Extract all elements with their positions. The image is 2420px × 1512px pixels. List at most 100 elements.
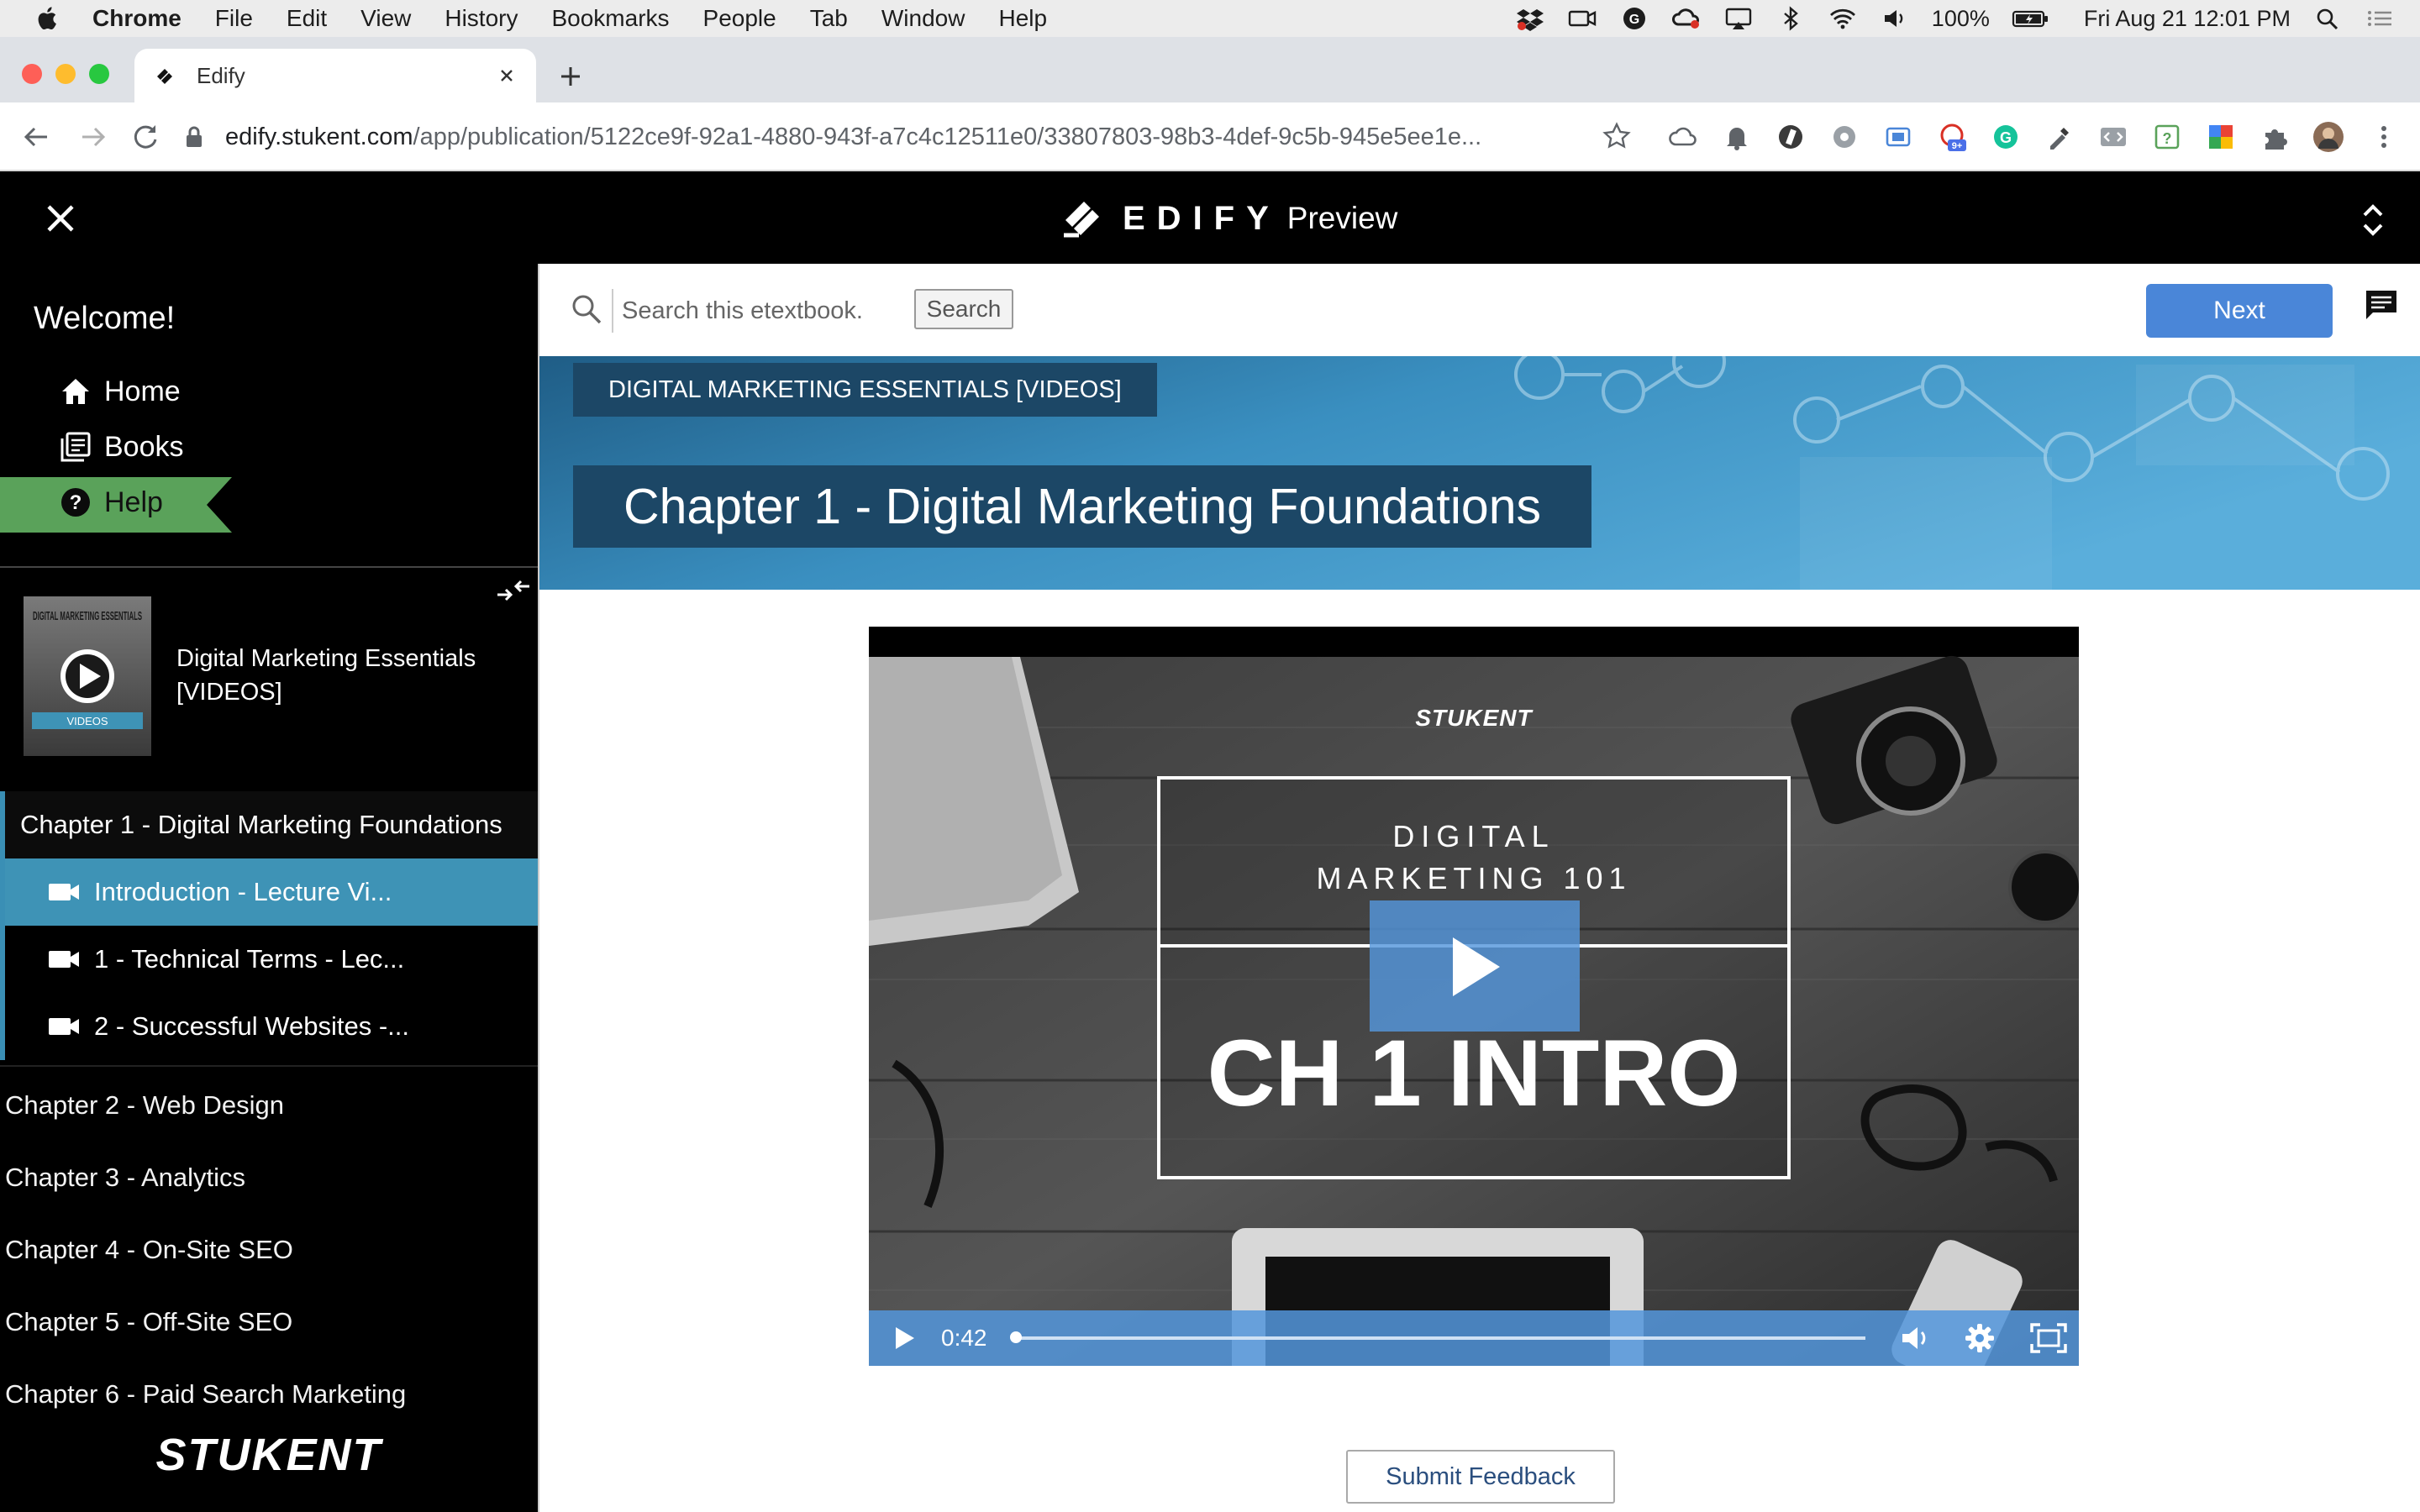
new-tab-icon[interactable] bbox=[555, 60, 587, 92]
nav-help[interactable]: ? Help bbox=[59, 486, 163, 519]
video-progress-bar[interactable] bbox=[1010, 1331, 1865, 1343]
creative-cloud-icon[interactable] bbox=[1671, 6, 1702, 31]
edify-logo: EDIFY Preview bbox=[1059, 195, 1397, 242]
reload-icon[interactable] bbox=[128, 119, 163, 155]
big-play-button[interactable] bbox=[1370, 900, 1580, 1032]
nav-books[interactable]: Books bbox=[59, 430, 184, 464]
menu-history[interactable]: History bbox=[445, 5, 518, 32]
collapse-sidebar-icon[interactable] bbox=[496, 576, 531, 605]
lock-icon[interactable] bbox=[183, 124, 205, 150]
chapter-item-6[interactable]: Chapter 6 - Paid Search Marketing bbox=[5, 1379, 406, 1410]
airplay-icon[interactable] bbox=[1723, 6, 1754, 31]
window-minimize-button[interactable] bbox=[55, 64, 76, 84]
menu-bookmarks[interactable]: Bookmarks bbox=[551, 5, 669, 32]
profile-avatar[interactable] bbox=[2312, 121, 2344, 153]
svg-text:G: G bbox=[1629, 13, 1639, 27]
url-text[interactable]: edify.stukent.com/app/publication/5122ce… bbox=[225, 123, 1481, 151]
chapter-1-active[interactable]: Chapter 1 - Digital Marketing Foundation… bbox=[0, 791, 538, 858]
video-player[interactable]: STUKENT DIGITAL MARKETING 101 CH 1 INTRO… bbox=[869, 627, 2079, 1366]
video-current-time: 0:42 bbox=[941, 1325, 987, 1351]
search-input[interactable] bbox=[612, 289, 864, 333]
tab-title: Edify bbox=[197, 62, 245, 88]
window-zoom-button[interactable] bbox=[89, 64, 109, 84]
home-icon bbox=[62, 379, 89, 404]
google-extension-icon[interactable] bbox=[2205, 121, 2237, 153]
battery-icon[interactable] bbox=[2012, 6, 2050, 31]
grammarly-menubar-icon[interactable]: G bbox=[1619, 6, 1649, 31]
section-item-successful-websites[interactable]: 2 - Successful Websites -... bbox=[0, 993, 538, 1060]
chapter-title: Chapter 1 - Digital Marketing Foundation… bbox=[573, 465, 1592, 548]
menu-people[interactable]: People bbox=[703, 5, 776, 32]
browser-toolbar: edify.stukent.com/app/publication/5122ce… bbox=[0, 102, 2420, 171]
code-extension-icon[interactable] bbox=[2097, 121, 2129, 153]
play-icon[interactable] bbox=[889, 1324, 918, 1352]
lastpass-extension-icon[interactable]: 9+ bbox=[1936, 121, 1968, 153]
address-bar[interactable]: edify.stukent.com/app/publication/5122ce… bbox=[183, 113, 1645, 161]
submit-feedback-button[interactable]: Submit Feedback bbox=[1346, 1450, 1615, 1504]
grammarly-extension-icon[interactable]: G bbox=[1990, 121, 2022, 153]
nav-home-label: Home bbox=[104, 375, 181, 407]
chapter-item-5[interactable]: Chapter 5 - Off-Site SEO bbox=[5, 1307, 292, 1337]
camera-icon[interactable] bbox=[1567, 6, 1597, 31]
sidebar-divider bbox=[0, 1065, 538, 1067]
book-breadcrumb-tag[interactable]: DIGITAL MARKETING ESSENTIALS [VIDEOS] bbox=[573, 363, 1157, 417]
menubar-clock[interactable]: Fri Aug 21 12:01 PM bbox=[2084, 6, 2291, 32]
bookmark-star-icon[interactable] bbox=[1602, 121, 1632, 151]
book-title[interactable]: Digital Marketing Essentials [VIDEOS] bbox=[176, 642, 513, 709]
menu-window[interactable]: Window bbox=[881, 5, 965, 32]
screenshot-extension-icon[interactable] bbox=[1882, 121, 1914, 153]
gear-extension-icon[interactable] bbox=[1828, 121, 1860, 153]
chapter-item-2[interactable]: Chapter 2 - Web Design bbox=[5, 1090, 284, 1121]
edify-logo-text: EDIFY bbox=[1123, 199, 1281, 237]
menu-view[interactable]: View bbox=[360, 5, 411, 32]
section-item-technical-terms[interactable]: 1 - Technical Terms - Lec... bbox=[0, 926, 538, 993]
book-cover-thumbnail[interactable]: DIGITAL MARKETING ESSENTIALS VIDEOS bbox=[24, 596, 151, 756]
extension-badge: 9+ bbox=[1952, 141, 1963, 151]
window-close-button[interactable] bbox=[22, 64, 42, 84]
volume-icon[interactable] bbox=[1897, 1321, 1931, 1355]
expand-collapse-icon[interactable] bbox=[2356, 202, 2390, 239]
menu-tab[interactable]: Tab bbox=[810, 5, 848, 32]
bell-extension-icon[interactable] bbox=[1721, 121, 1753, 153]
eyedropper-extension-icon[interactable] bbox=[2044, 121, 2075, 153]
preview-label: Preview bbox=[1286, 201, 1398, 235]
spotlight-search-icon[interactable] bbox=[2312, 6, 2343, 31]
video-brand-text: STUKENT bbox=[1415, 705, 1534, 731]
video-camera-icon bbox=[49, 1018, 79, 1035]
search-button[interactable]: Search bbox=[914, 289, 1013, 329]
sidebar-divider bbox=[0, 566, 538, 568]
comments-icon[interactable] bbox=[2363, 287, 2400, 324]
extensions-puzzle-icon[interactable] bbox=[2259, 121, 2291, 153]
volume-icon[interactable] bbox=[1880, 6, 1910, 31]
chapter-item-3[interactable]: Chapter 3 - Analytics bbox=[5, 1163, 245, 1193]
next-button[interactable]: Next bbox=[2146, 284, 2333, 338]
video-progress-knob[interactable] bbox=[1010, 1331, 1022, 1343]
nav-home[interactable]: Home bbox=[59, 375, 181, 408]
menu-help[interactable]: Help bbox=[998, 5, 1047, 32]
bluetooth-icon[interactable] bbox=[1776, 6, 1806, 31]
section-item-introduction[interactable]: Introduction - Lecture Vi... bbox=[0, 858, 538, 926]
settings-gear-icon[interactable] bbox=[1963, 1321, 1996, 1355]
forward-icon[interactable] bbox=[76, 119, 111, 155]
video-thumbnail: STUKENT DIGITAL MARKETING 101 CH 1 INTRO bbox=[869, 627, 2079, 1366]
browser-tab-active[interactable]: Edify bbox=[134, 49, 536, 102]
loom-extension-icon[interactable] bbox=[1775, 121, 1807, 153]
dropbox-icon[interactable] bbox=[1515, 6, 1545, 31]
cloud-extension-icon[interactable] bbox=[1667, 121, 1699, 153]
tab-close-icon[interactable] bbox=[496, 65, 518, 87]
wifi-icon[interactable] bbox=[1828, 6, 1858, 31]
edify-header: EDIFY Preview bbox=[0, 171, 2420, 264]
video-title-line1: DIGITAL bbox=[1392, 819, 1555, 853]
fullscreen-icon[interactable] bbox=[2028, 1321, 2069, 1355]
chrome-menu-icon[interactable] bbox=[2368, 121, 2400, 153]
chapter-item-4[interactable]: Chapter 4 - On-Site SEO bbox=[5, 1235, 293, 1265]
menu-edit[interactable]: Edit bbox=[287, 5, 327, 32]
question-extension-icon[interactable]: ? bbox=[2151, 121, 2183, 153]
notification-center-icon[interactable] bbox=[2365, 6, 2395, 31]
close-icon[interactable] bbox=[44, 202, 77, 235]
menu-app-name[interactable]: Chrome bbox=[92, 5, 182, 32]
menu-file[interactable]: File bbox=[215, 5, 253, 32]
welcome-heading: Welcome! bbox=[34, 301, 176, 336]
apple-icon[interactable] bbox=[34, 4, 62, 33]
back-icon[interactable] bbox=[18, 119, 54, 155]
